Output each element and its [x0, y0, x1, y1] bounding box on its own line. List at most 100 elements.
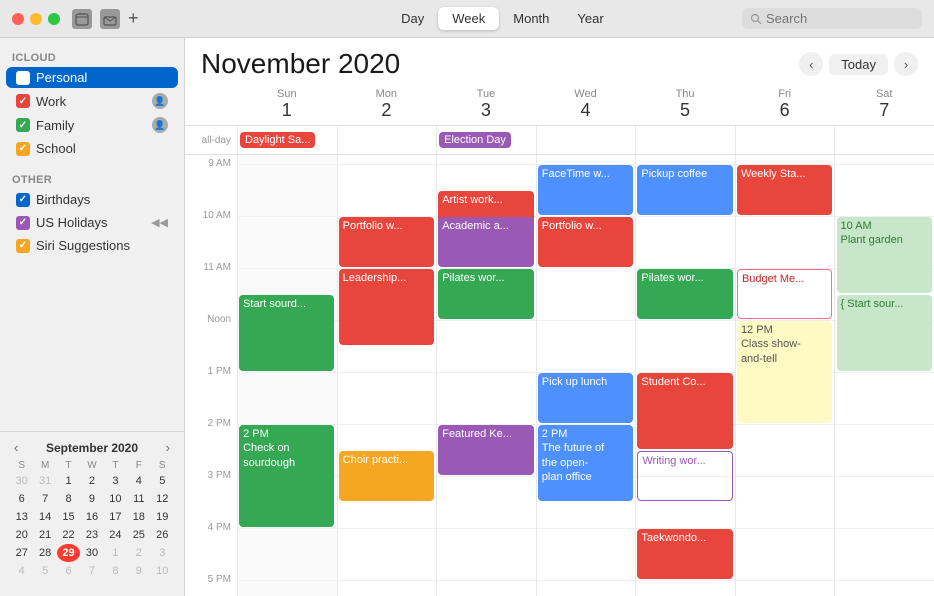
- hour-cell[interactable]: [437, 373, 536, 425]
- mini-cal-day[interactable]: 8: [104, 562, 127, 580]
- hour-cell[interactable]: [238, 529, 337, 581]
- hour-cell[interactable]: [736, 425, 835, 477]
- hour-cell[interactable]: [338, 529, 437, 581]
- hour-cell[interactable]: [338, 165, 437, 217]
- mini-cal-prev-button[interactable]: ‹: [10, 440, 22, 455]
- mini-cal-day[interactable]: 14: [33, 508, 56, 526]
- month-view-button[interactable]: Month: [499, 7, 563, 30]
- hour-cell[interactable]: [338, 373, 437, 425]
- mini-cal-day[interactable]: 27: [10, 544, 33, 562]
- mini-cal-day[interactable]: 10: [104, 490, 127, 508]
- mini-cal-day[interactable]: 1: [57, 472, 80, 490]
- hour-cell[interactable]: [537, 155, 636, 165]
- calendar-grid-icon[interactable]: [72, 9, 92, 29]
- school-checkbox[interactable]: [16, 142, 30, 156]
- mini-cal-day[interactable]: 28: [33, 544, 56, 562]
- mini-cal-day[interactable]: 2: [127, 544, 150, 562]
- sidebar-item-siri-suggestions[interactable]: Siri Suggestions: [6, 235, 178, 256]
- hour-cell[interactable]: [835, 529, 934, 581]
- calendar-event[interactable]: Start sourd...: [239, 295, 334, 371]
- week-view-button[interactable]: Week: [438, 7, 499, 30]
- mini-cal-day[interactable]: 20: [10, 526, 33, 544]
- inbox-icon[interactable]: [100, 9, 120, 29]
- mini-cal-day[interactable]: 4: [10, 562, 33, 580]
- minimize-button[interactable]: [30, 13, 42, 25]
- calendar-event[interactable]: Student Co...: [637, 373, 732, 449]
- allday-event-election[interactable]: Election Day: [439, 132, 511, 148]
- calendar-event[interactable]: Weekly Sta...: [737, 165, 832, 215]
- hour-cell[interactable]: [736, 155, 835, 165]
- hour-cell[interactable]: [338, 155, 437, 165]
- mini-cal-day[interactable]: 10: [151, 562, 174, 580]
- mini-cal-day[interactable]: 21: [33, 526, 56, 544]
- cal-next-button[interactable]: ›: [894, 52, 918, 76]
- calendar-event[interactable]: Pickup coffee: [637, 165, 732, 215]
- hour-cell[interactable]: [238, 217, 337, 269]
- mini-cal-day[interactable]: 5: [151, 472, 174, 490]
- hour-cell[interactable]: [835, 477, 934, 529]
- mini-cal-day[interactable]: 24: [104, 526, 127, 544]
- hour-cell[interactable]: [537, 581, 636, 596]
- mini-cal-day[interactable]: 17: [104, 508, 127, 526]
- mini-cal-day[interactable]: 30: [80, 544, 103, 562]
- calendar-event[interactable]: Writing wor...: [637, 451, 732, 501]
- mini-cal-day[interactable]: 29: [57, 544, 80, 562]
- calendar-event[interactable]: Budget Me...: [737, 269, 832, 319]
- mini-cal-day[interactable]: 5: [33, 562, 56, 580]
- sidebar-item-us-holidays[interactable]: US Holidays ◀◀: [6, 212, 178, 233]
- sidebar-item-personal[interactable]: Personal: [6, 67, 178, 88]
- day-view-button[interactable]: Day: [387, 7, 438, 30]
- mini-cal-day[interactable]: 4: [127, 472, 150, 490]
- hour-cell[interactable]: [835, 155, 934, 165]
- mini-cal-day[interactable]: 30: [10, 472, 33, 490]
- cal-prev-button[interactable]: ‹: [799, 52, 823, 76]
- hour-cell[interactable]: [636, 321, 735, 373]
- close-button[interactable]: [12, 13, 24, 25]
- hour-cell[interactable]: [437, 155, 536, 165]
- calendar-event[interactable]: Academic a...: [438, 217, 533, 267]
- sidebar-item-school[interactable]: School: [6, 138, 178, 159]
- hour-cell[interactable]: [437, 581, 536, 596]
- add-event-button[interactable]: +: [128, 9, 139, 29]
- allday-event-daylight[interactable]: Daylight Sa...: [240, 132, 315, 148]
- hour-cell[interactable]: [736, 529, 835, 581]
- mini-cal-day[interactable]: 8: [57, 490, 80, 508]
- hour-cell[interactable]: [338, 581, 437, 596]
- mini-cal-day[interactable]: 26: [151, 526, 174, 544]
- hour-cell[interactable]: [537, 529, 636, 581]
- us-holidays-checkbox[interactable]: [16, 216, 30, 230]
- mini-cal-day[interactable]: 7: [80, 562, 103, 580]
- sidebar-item-birthdays[interactable]: Birthdays: [6, 189, 178, 210]
- search-bar[interactable]: [742, 8, 922, 29]
- calendar-event[interactable]: 10 AM Plant garden: [837, 217, 932, 293]
- hour-cell[interactable]: [835, 425, 934, 477]
- calendar-event[interactable]: Portfolio w...: [339, 217, 434, 267]
- sidebar-item-family[interactable]: Family 👤: [6, 114, 178, 136]
- mini-cal-day[interactable]: 9: [127, 562, 150, 580]
- calendar-event[interactable]: Featured Ke...: [438, 425, 533, 475]
- mini-cal-day[interactable]: 11: [127, 490, 150, 508]
- calendar-event[interactable]: Portfolio w...: [538, 217, 633, 267]
- calendar-event[interactable]: 12 PM Class show- and-tell: [737, 321, 832, 423]
- sidebar-item-work[interactable]: Work 👤: [6, 90, 178, 112]
- search-input[interactable]: [766, 11, 906, 26]
- hour-cell[interactable]: [835, 165, 934, 217]
- hour-cell[interactable]: [238, 373, 337, 425]
- siri-suggestions-checkbox[interactable]: [16, 239, 30, 253]
- mini-cal-day[interactable]: 3: [151, 544, 174, 562]
- hour-cell[interactable]: [736, 217, 835, 269]
- mini-cal-day[interactable]: 3: [104, 472, 127, 490]
- calendar-event[interactable]: FaceTime w...: [538, 165, 633, 215]
- calendar-event[interactable]: { Start sour...: [837, 295, 932, 371]
- mini-cal-day[interactable]: 1: [104, 544, 127, 562]
- calendar-event[interactable]: Taekwondo...: [637, 529, 732, 579]
- mini-cal-day[interactable]: 31: [33, 472, 56, 490]
- personal-checkbox[interactable]: [16, 71, 30, 85]
- hour-cell[interactable]: [437, 321, 536, 373]
- hour-cell[interactable]: [736, 477, 835, 529]
- work-checkbox[interactable]: [16, 94, 30, 108]
- mini-cal-day[interactable]: 2: [80, 472, 103, 490]
- mini-cal-day[interactable]: 7: [33, 490, 56, 508]
- calendar-event[interactable]: Pilates wor...: [438, 269, 533, 319]
- hour-cell[interactable]: [636, 581, 735, 596]
